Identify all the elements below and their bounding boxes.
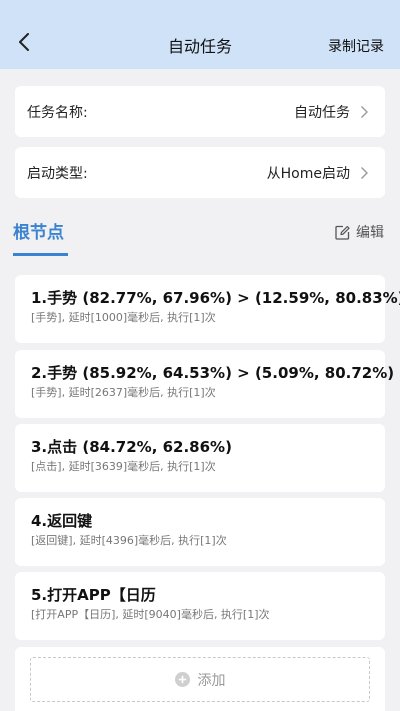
add-button[interactable]: 添加 <box>30 657 370 702</box>
task-item[interactable]: 2.手势 (85.92%, 64.53%) > (5.09%, 80.72%) … <box>15 350 395 418</box>
chevron-right-icon <box>361 166 368 179</box>
app-header: 自动任务 录制记录 <box>0 0 400 69</box>
task-name-label: 任务名称: <box>27 104 88 121</box>
start-type-field[interactable]: 启动类型: 从Home启动 <box>15 147 385 198</box>
task-title: 3.点击 (84.72%, 62.86%) <box>31 438 232 456</box>
add-container: 添加 <box>15 647 385 711</box>
record-history-button[interactable]: 录制记录 <box>328 35 384 59</box>
chevron-right-icon <box>361 105 368 118</box>
tab-underline <box>13 253 68 256</box>
task-name-field[interactable]: 任务名称: 自动任务 <box>15 86 385 137</box>
start-type-label: 启动类型: <box>27 165 88 182</box>
edit-button[interactable]: 编辑 <box>335 222 384 242</box>
task-description: [手势], 延时[1000]毫秒后, 执行[1]次 <box>31 311 216 324</box>
add-label: 添加 <box>197 672 226 689</box>
root-node-section-header: 根节点 编辑 <box>0 218 400 256</box>
task-title: 5.打开APP【日历 <box>31 586 156 604</box>
task-item[interactable]: 1.手势 (82.77%, 67.96%) > (12.59%, 80.83%)… <box>15 275 400 343</box>
start-type-value: 从Home启动 <box>266 165 350 182</box>
root-node-tab[interactable]: 根节点 <box>13 220 64 246</box>
task-title: 2.手势 (85.92%, 64.53%) > (5.09%, 80.72%) <box>31 364 395 382</box>
task-name-value: 自动任务 <box>294 104 350 121</box>
task-title: 1.手势 (82.77%, 67.96%) > (12.59%, 80.83%) <box>31 289 400 307</box>
task-description: [点击], 延时[3639]毫秒后, 执行[1]次 <box>31 460 216 473</box>
task-item[interactable]: 5.打开APP【日历 [打开APP【日历], 延时[9040]毫秒后, 执行[1… <box>15 572 385 640</box>
task-item[interactable]: 4.返回键 [返回键], 延时[4396]毫秒后, 执行[1]次 <box>15 498 385 566</box>
task-description: [手势], 延时[2637]毫秒后, 执行[1]次 <box>31 386 216 399</box>
task-description: [返回键], 延时[4396]毫秒后, 执行[1]次 <box>31 534 227 547</box>
plus-circle-icon <box>174 672 190 687</box>
task-item[interactable]: 3.点击 (84.72%, 62.86%) [点击], 延时[3639]毫秒后,… <box>15 424 385 492</box>
task-title: 4.返回键 <box>31 512 93 530</box>
edit-label: 编辑 <box>356 225 384 241</box>
task-description: [打开APP【日历], 延时[9040]毫秒后, 执行[1]次 <box>31 608 270 621</box>
edit-icon <box>335 225 350 240</box>
